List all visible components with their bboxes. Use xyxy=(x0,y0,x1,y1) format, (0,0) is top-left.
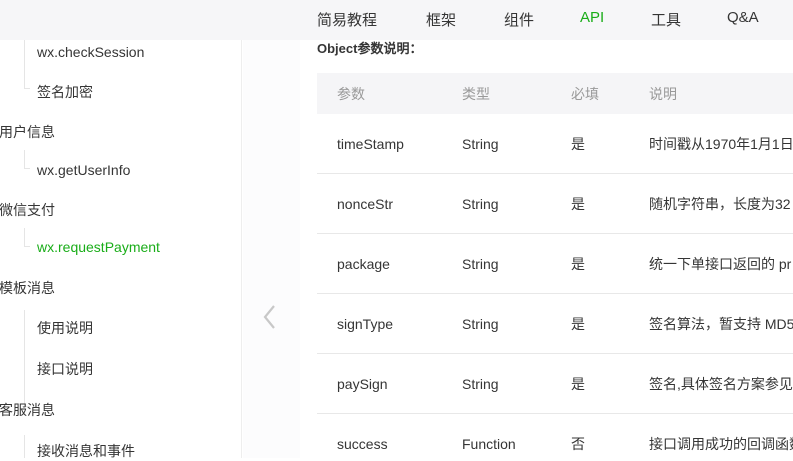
sidebar-item[interactable]: 使用说明 xyxy=(37,318,93,338)
row-desc: 签名算法，暂支持 MD5 xyxy=(649,315,793,332)
row-required: 是 xyxy=(571,135,585,152)
table-row: nonceStr String 是 随机字符串，长度为32 xyxy=(317,174,793,234)
row-param: signType xyxy=(337,315,394,332)
tree-line xyxy=(24,246,30,247)
row-type: String xyxy=(462,315,499,332)
table-row: success Function 否 接口调用成功的回调函数 xyxy=(317,414,793,458)
row-type: String xyxy=(462,195,499,212)
top-nav: 简易教程 框架 组件 API 工具 Q&A xyxy=(0,0,793,40)
header-required: 必填 xyxy=(571,85,599,102)
row-type: String xyxy=(462,255,499,272)
tree-line xyxy=(24,435,25,458)
row-desc: 接口调用成功的回调函数 xyxy=(649,435,793,452)
tree-line xyxy=(24,150,25,169)
header-param: 参数 xyxy=(337,85,365,102)
header-desc: 说明 xyxy=(649,85,677,102)
nav-components[interactable]: 组件 xyxy=(504,9,534,30)
row-required: 是 xyxy=(571,375,585,392)
row-param: success xyxy=(337,435,388,452)
tree-line xyxy=(24,40,25,89)
sidebar-gutter xyxy=(243,40,300,458)
tree-line xyxy=(24,88,30,89)
main-content: Object参数说明： 参数 类型 必填 说明 timeStamp String 是… xyxy=(317,40,793,458)
row-desc: 时间戳从1970年1月1日 xyxy=(649,135,793,152)
sidebar-item[interactable]: wx.getUserInfo xyxy=(37,162,130,178)
row-desc: 签名,具体签名方案参见 xyxy=(649,375,793,392)
sidebar-item[interactable]: 签名加密 xyxy=(37,82,93,102)
table-row: timeStamp String 是 时间戳从1970年1月1日 xyxy=(317,114,793,174)
section-subtitle: Object参数说明： xyxy=(317,41,423,56)
row-type: String xyxy=(462,135,499,152)
chevron-left-icon[interactable] xyxy=(260,303,280,331)
sidebar-item[interactable]: 接口说明 xyxy=(37,359,93,379)
tree-line xyxy=(24,310,25,407)
sidebar-item[interactable]: 客服消息 xyxy=(0,400,55,420)
tree-line xyxy=(24,228,25,246)
table-header: 参数 类型 必填 说明 xyxy=(317,73,793,114)
header-type: 类型 xyxy=(462,85,490,102)
row-desc: 随机字符串，长度为32 xyxy=(649,195,791,212)
row-type: Function xyxy=(462,435,516,452)
nav-tools[interactable]: 工具 xyxy=(651,9,681,30)
params-table: 参数 类型 必填 说明 timeStamp String 是 时间戳从1970年1月1… xyxy=(317,73,793,458)
sidebar-item[interactable]: wx.checkSession xyxy=(37,44,144,60)
sidebar-item[interactable]: 模板消息 xyxy=(0,278,55,298)
table-row: signType String 是 签名算法，暂支持 MD5 xyxy=(317,294,793,354)
row-param: paySign xyxy=(337,375,388,392)
sidebar-item[interactable]: 用户信息 xyxy=(0,122,55,142)
row-param: timeStamp xyxy=(337,135,404,152)
nav-framework[interactable]: 框架 xyxy=(426,9,456,30)
row-required: 是 xyxy=(571,255,585,272)
sidebar-item[interactable]: 接收消息和事件 xyxy=(37,441,135,461)
nav-tutorial[interactable]: 简易教程 xyxy=(317,9,377,30)
row-param: nonceStr xyxy=(337,195,394,212)
nav-api[interactable]: API xyxy=(580,9,604,26)
row-required: 是 xyxy=(571,315,585,332)
nav-qa[interactable]: Q&A xyxy=(727,9,759,26)
row-required: 是 xyxy=(571,195,585,212)
row-type: String xyxy=(462,375,499,392)
sidebar-item[interactable]: 微信支付 xyxy=(0,200,55,220)
row-param: package xyxy=(337,255,390,272)
tree-line xyxy=(24,168,30,169)
table-row: package String 是 统一下单接口返回的 pr xyxy=(317,234,793,294)
sidebar-item[interactable]: wx.requestPayment xyxy=(37,239,160,255)
row-required: 否 xyxy=(571,435,585,452)
row-desc: 统一下单接口返回的 pr xyxy=(649,255,792,272)
table-row: paySign String 是 签名,具体签名方案参见 xyxy=(317,354,793,414)
